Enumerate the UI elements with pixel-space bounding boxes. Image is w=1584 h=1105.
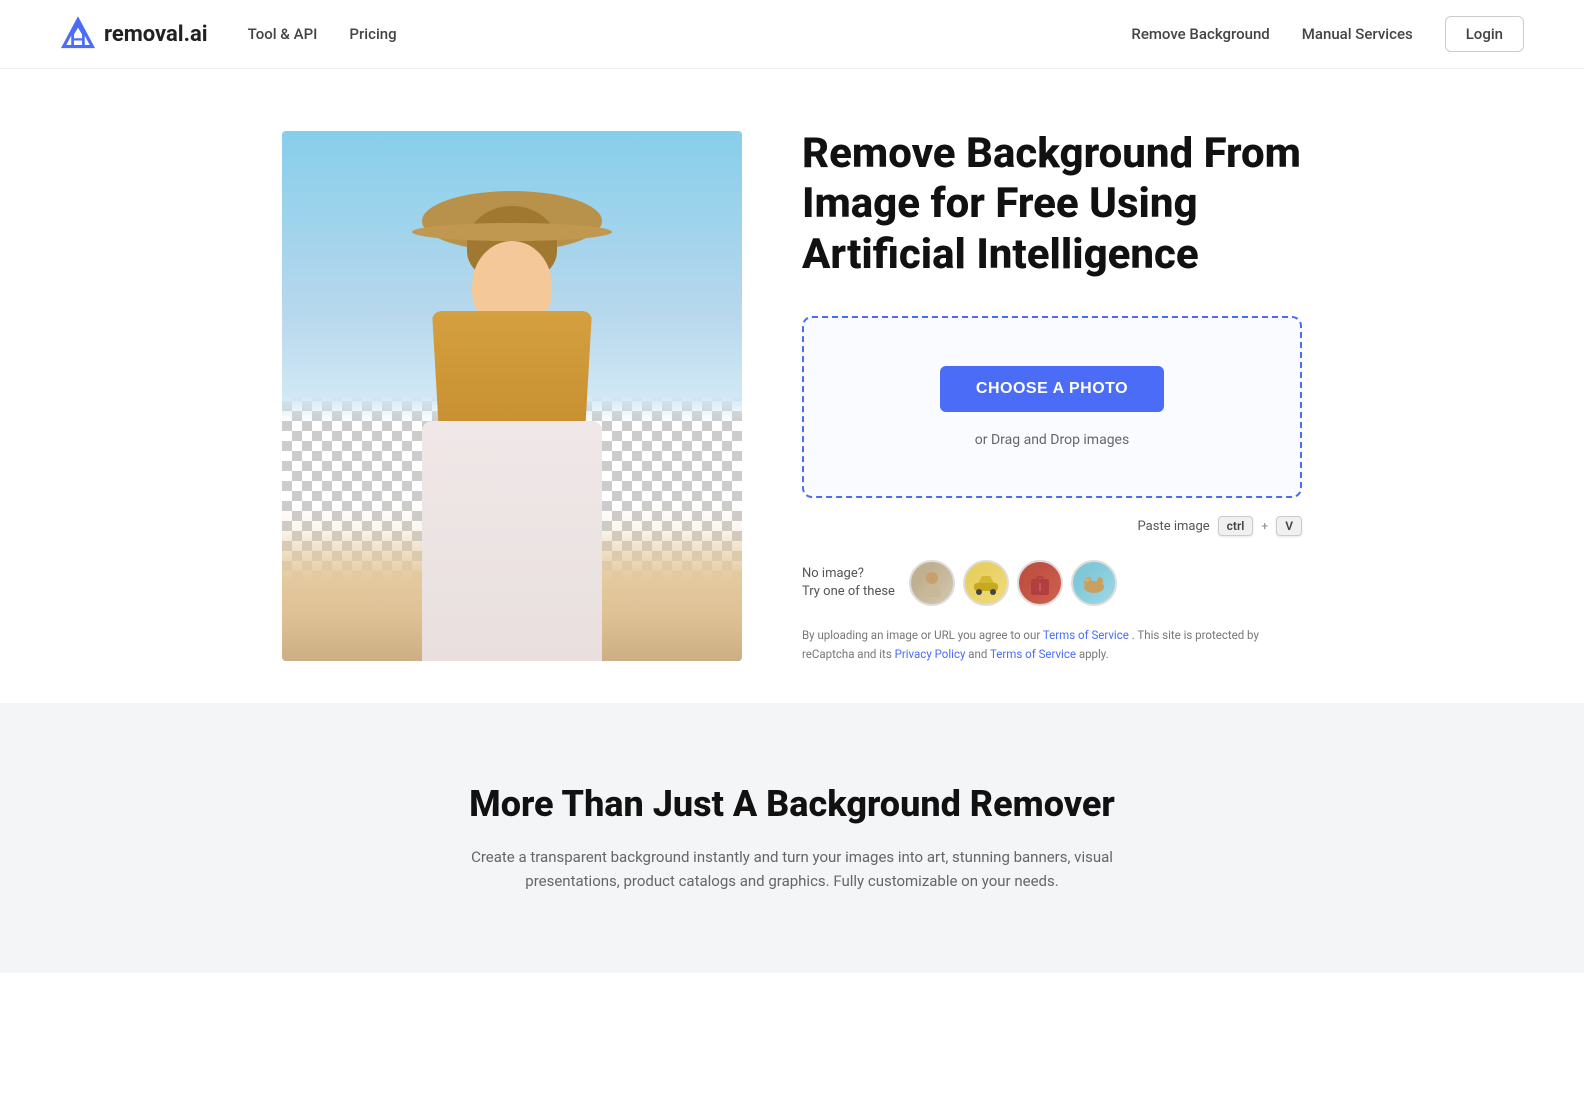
upload-dropzone[interactable]: CHOOSE A PHOTO or Drag and Drop images <box>802 316 1302 498</box>
nav-left-links: Tool & API Pricing <box>248 25 397 43</box>
nav-right: Remove Background Manual Services Login <box>1131 16 1524 52</box>
hero-content: Remove Background From Image for Free Us… <box>802 129 1302 663</box>
sample-thumbs <box>909 560 1117 606</box>
privacy-link[interactable]: Privacy Policy <box>895 647 966 661</box>
plus-sign: + <box>1261 519 1268 533</box>
hero-image <box>282 131 742 661</box>
sample-thumb-car[interactable] <box>963 560 1009 606</box>
bottom-section: More Than Just A Background Remover Crea… <box>0 703 1584 973</box>
nav-link-remove-bg[interactable]: Remove Background <box>1131 25 1269 43</box>
nav-link-tool-api[interactable]: Tool & API <box>248 25 318 43</box>
no-image-line1: No image? <box>802 566 864 581</box>
bottom-title: More Than Just A Background Remover <box>60 783 1524 825</box>
navigation: removal.ai Tool & API Pricing Remove Bac… <box>0 0 1584 69</box>
sample-thumb-camel[interactable] <box>1071 560 1117 606</box>
terms-text1: By uploading an image or URL you agree t… <box>802 628 1043 642</box>
terms-text: By uploading an image or URL you agree t… <box>802 626 1302 663</box>
terms-link2[interactable]: Terms of Service <box>990 647 1076 661</box>
terms-text3: and <box>965 647 990 661</box>
logo-icon <box>60 16 96 52</box>
nav-link-manual-services[interactable]: Manual Services <box>1302 25 1413 43</box>
car-thumb-icon <box>970 569 1002 597</box>
person-silhouette <box>372 181 652 661</box>
person-thumb-icon <box>918 569 946 597</box>
v-key-badge: V <box>1276 516 1302 536</box>
nav-link-pricing[interactable]: Pricing <box>349 25 396 43</box>
paste-label: Paste image <box>1138 519 1210 534</box>
hero-section: Remove Background From Image for Free Us… <box>92 69 1492 703</box>
no-image-text: No image? Try one of these <box>802 565 895 601</box>
hero-title: Remove Background From Image for Free Us… <box>802 129 1302 280</box>
sample-thumb-person[interactable] <box>909 560 955 606</box>
ctrl-key-badge: ctrl <box>1218 516 1254 536</box>
choose-photo-button[interactable]: CHOOSE A PHOTO <box>940 366 1164 412</box>
nav-login-button[interactable]: Login <box>1445 16 1524 52</box>
hat-brim <box>412 223 612 241</box>
camel-thumb-icon <box>1078 569 1110 597</box>
sample-section: No image? Try one of these <box>802 560 1302 606</box>
logo-link[interactable]: removal.ai <box>60 16 208 52</box>
terms-text4: apply. <box>1076 647 1109 661</box>
shirt <box>422 421 602 661</box>
hero-image-wrap <box>282 131 742 661</box>
brand-name: removal.ai <box>104 22 208 47</box>
drag-drop-label: or Drag and Drop images <box>836 432 1268 448</box>
sample-thumb-bag[interactable] <box>1017 560 1063 606</box>
paste-hint: Paste image ctrl + V <box>802 516 1302 536</box>
bottom-description: Create a transparent background instantl… <box>442 845 1142 893</box>
no-image-line2: Try one of these <box>802 584 895 599</box>
nav-left: removal.ai Tool & API Pricing <box>60 16 397 52</box>
bag-thumb-icon <box>1027 569 1053 597</box>
terms-link1[interactable]: Terms of Service <box>1043 628 1129 642</box>
